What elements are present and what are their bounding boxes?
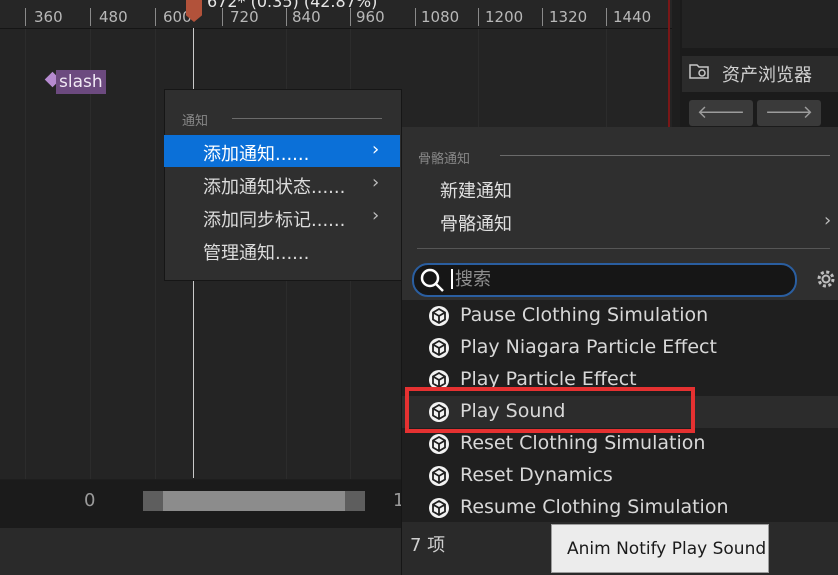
ruler-tick-label: 1320 xyxy=(549,8,588,26)
arrow-left-icon: 🡐 xyxy=(696,102,746,123)
list-item-pause-clothing-simulation[interactable]: Pause Clothing Simulation xyxy=(402,300,838,332)
tooltip-text: Anim Notify Play Sound xyxy=(567,539,767,559)
menu-item-label: 添加同步标记...... xyxy=(203,210,346,231)
chevron-right-icon: › xyxy=(372,172,380,193)
list-item-label: Pause Clothing Simulation xyxy=(460,304,709,326)
menu-divider xyxy=(417,248,830,249)
list-item-label: Reset Dynamics xyxy=(460,464,613,486)
unreal-blueprint-icon xyxy=(429,498,449,518)
timeline-scrollbar[interactable] xyxy=(143,491,365,511)
chevron-right-icon: › xyxy=(372,205,380,226)
ruler-tick xyxy=(415,8,416,26)
menu-section-divider xyxy=(500,155,830,156)
list-item-label: Reset Clothing Simulation xyxy=(460,432,706,454)
ruler-tick-label: 1200 xyxy=(485,8,524,26)
list-item-label: Resume Clothing Simulation xyxy=(460,496,729,518)
list-item-label: Play Niagara Particle Effect xyxy=(460,336,717,358)
menu-section-heading: 骨骼通知 xyxy=(418,152,471,167)
ruler-tick xyxy=(542,8,543,26)
ruler-tick xyxy=(606,8,607,26)
forward-button[interactable]: 🡒 xyxy=(757,100,821,126)
menu-item-add-notify[interactable]: 添加通知...... › xyxy=(164,135,400,167)
ruler-tick xyxy=(478,8,479,26)
ruler-tick xyxy=(90,8,91,26)
search-input[interactable] xyxy=(455,266,785,292)
menu-section-heading: 通知 xyxy=(182,114,209,129)
unreal-blueprint-icon xyxy=(429,434,449,454)
scrollbar-left-handle[interactable] xyxy=(143,491,163,511)
menu-item-new-notify[interactable]: 新建通知 xyxy=(440,177,512,203)
ruler-tick-label: 480 xyxy=(99,8,128,26)
search-icon xyxy=(420,268,444,292)
menu-section-divider xyxy=(232,118,382,119)
gear-icon[interactable] xyxy=(814,267,838,291)
chevron-right-icon: › xyxy=(372,139,380,160)
playhead-label: 672* (0.35) (42.87%) xyxy=(207,0,378,11)
ruler-tick-label: 360 xyxy=(34,8,63,26)
menu-item-add-sync-marker[interactable]: 添加同步标记...... › xyxy=(164,201,400,233)
range-start-value: 0 xyxy=(84,490,96,511)
menu-item-label: 添加通知状态...... xyxy=(203,177,346,198)
folder-search-icon xyxy=(689,64,709,79)
grid-line xyxy=(90,29,91,479)
ruler-tick-label: 1440 xyxy=(613,8,652,26)
text-caret xyxy=(451,269,453,289)
unreal-blueprint-icon xyxy=(429,466,449,486)
grid-line xyxy=(155,29,156,479)
unreal-blueprint-icon xyxy=(429,338,449,358)
list-item-resume-clothing-simulation[interactable]: Resume Clothing Simulation xyxy=(402,492,838,524)
back-button[interactable]: 🡐 xyxy=(689,100,753,126)
notify-slash[interactable]: slash xyxy=(56,70,106,94)
right-panel-top xyxy=(682,0,838,48)
menu-item-add-notify-state[interactable]: 添加通知状态...... › xyxy=(164,168,400,200)
timeline-footer xyxy=(0,528,405,575)
chevron-right-icon: › xyxy=(824,210,832,231)
ruler-tick xyxy=(155,8,156,26)
scrollbar-right-handle[interactable] xyxy=(345,491,365,511)
highlight-annotation xyxy=(405,387,695,433)
menu-item-manage-notifies[interactable]: 管理通知...... xyxy=(164,234,400,266)
menu-item-label: 添加通知...... xyxy=(203,144,310,165)
menu-item-label: 管理通知...... xyxy=(203,243,310,264)
list-item-play-niagara-particle-effect[interactable]: Play Niagara Particle Effect xyxy=(402,332,838,364)
arrow-right-icon: 🡒 xyxy=(764,102,814,123)
item-count: 7 项 xyxy=(410,535,446,556)
ruler-tick-label: 1080 xyxy=(421,8,460,26)
list-item-reset-dynamics[interactable]: Reset Dynamics xyxy=(402,460,838,492)
ruler-tick xyxy=(25,8,26,26)
menu-item-skeleton-notify[interactable]: 骨骼通知 xyxy=(440,210,512,236)
content-browser-title: 资产浏览器 xyxy=(722,65,812,86)
grid-line xyxy=(25,29,26,479)
unreal-blueprint-icon xyxy=(429,306,449,326)
